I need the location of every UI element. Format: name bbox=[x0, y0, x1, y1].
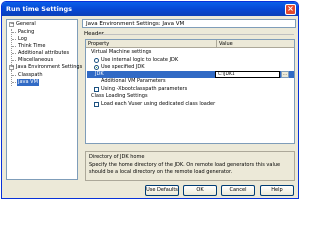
ok-button[interactable]: OK bbox=[183, 185, 217, 196]
panel-title: Java Environment Settings: Java VM bbox=[82, 19, 296, 28]
use-bootclasspath-label[interactable]: Using -Xbootclasspath parameters bbox=[101, 86, 187, 93]
settings-tree[interactable]: − General Pacing Log Think Time Addition… bbox=[6, 19, 82, 180]
tree-item-general[interactable]: General bbox=[15, 21, 37, 28]
jdk-label: JDK bbox=[95, 71, 104, 77]
header-divider bbox=[98, 34, 294, 35]
collapse-icon[interactable]: − bbox=[9, 65, 14, 70]
tree-connector bbox=[11, 70, 12, 86]
tree-item-additional-attributes[interactable]: Additional attributes bbox=[17, 50, 70, 57]
column-header-value[interactable]: Value bbox=[217, 40, 233, 48]
use-internal-radio[interactable] bbox=[94, 58, 99, 63]
group-class-loading: Class Loading Settings bbox=[91, 93, 148, 99]
additional-vm-parameters[interactable]: Additional VM Parameters bbox=[101, 78, 166, 85]
tree-connector bbox=[12, 46, 16, 47]
collapse-icon[interactable]: − bbox=[9, 22, 14, 27]
use-internal-label[interactable]: Use internal logic to locate JDK bbox=[101, 57, 178, 64]
tree-item-think-time[interactable]: Think Time bbox=[17, 43, 47, 50]
use-bootclasspath-checkbox[interactable] bbox=[94, 87, 99, 92]
jdk-path-field[interactable]: C:\JDK1 bbox=[215, 71, 280, 78]
tree-connector bbox=[12, 32, 16, 33]
tree-item-java-vm[interactable]: Java VM bbox=[17, 79, 39, 86]
column-header-property[interactable]: Property bbox=[86, 40, 109, 48]
help-button[interactable]: Help bbox=[260, 185, 294, 196]
use-defaults-button[interactable]: Use Defaults bbox=[145, 185, 179, 196]
close-icon[interactable]: × bbox=[285, 3, 296, 15]
cancel-button[interactable]: Cancel bbox=[221, 185, 255, 196]
title-bar[interactable]: Run time Settings × bbox=[2, 2, 298, 16]
load-each-vuser-checkbox[interactable] bbox=[94, 102, 99, 107]
window-title: Run time Settings bbox=[6, 5, 72, 13]
property-grid[interactable]: Property Value Virtual Machine settings … bbox=[85, 39, 295, 144]
grid-header: Property Value bbox=[86, 40, 294, 48]
tree-item-log[interactable]: Log bbox=[17, 36, 28, 43]
description-box: Directory of JDK home Specify the home d… bbox=[85, 151, 295, 181]
description-text: Specify the home directory of the JDK. O… bbox=[89, 162, 281, 175]
description-title: Directory of JDK home bbox=[89, 154, 145, 160]
tree-connector bbox=[12, 82, 16, 83]
tree-connector bbox=[12, 75, 16, 76]
tree-item-java-environment[interactable]: Java Environment Settings bbox=[15, 64, 83, 71]
tree-connector bbox=[12, 39, 16, 40]
tree-connector bbox=[12, 53, 16, 54]
group-vm-settings: Virtual Machine settings bbox=[91, 49, 152, 55]
browse-button[interactable]: ... bbox=[281, 71, 289, 78]
tree-item-miscellaneous[interactable]: Miscellaneous bbox=[17, 57, 54, 64]
use-specified-radio[interactable] bbox=[94, 65, 99, 70]
tree-item-classpath[interactable]: Classpath bbox=[17, 72, 44, 79]
load-each-vuser-label[interactable]: Load each Vuser using dedicated class lo… bbox=[101, 101, 215, 108]
tree-item-pacing[interactable]: Pacing bbox=[17, 29, 35, 36]
tree-connector bbox=[12, 60, 16, 61]
use-specified-label[interactable]: Use specified JDK bbox=[101, 64, 145, 71]
jdk-row[interactable]: JDK C:\JDK1 ... bbox=[87, 71, 294, 78]
tree-connector bbox=[11, 29, 12, 69]
run-time-settings-window: Run time Settings × − General Pacing Log… bbox=[1, 1, 299, 199]
